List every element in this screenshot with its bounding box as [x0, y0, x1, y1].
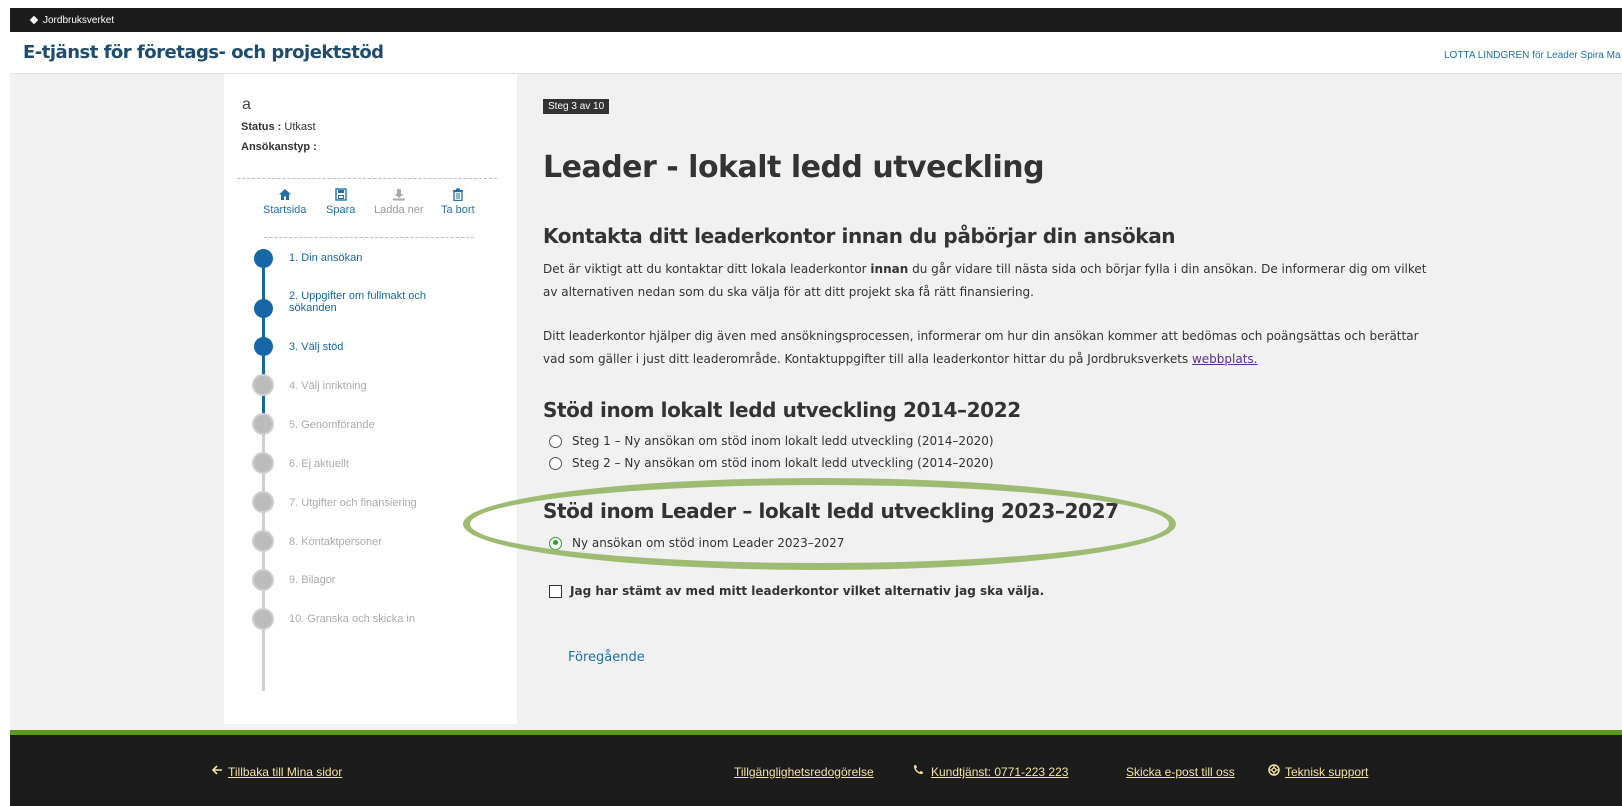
customer-service-link[interactable]: Kundtjänst: 0771-223 223: [931, 765, 1068, 779]
step-link-2[interactable]: 2. Uppgifter om fullmakt och sökanden: [289, 290, 439, 314]
email-link[interactable]: Skicka e-post till oss: [1126, 765, 1235, 779]
help-text: Ditt leaderkontor hjälper dig även med a…: [543, 329, 1419, 366]
step-dot-5: [252, 413, 274, 435]
radio-step1[interactable]: [549, 434, 562, 448]
option-step2-2014[interactable]: Steg 2 – Ny ansökan om stöd inom lokalt …: [549, 456, 994, 470]
step-dot-6: [252, 452, 274, 474]
main-content: Steg 3 av 10 Leader - lokalt ledd utveck…: [543, 74, 1622, 730]
step-link-3[interactable]: 3. Välj stöd: [289, 341, 439, 353]
header: E-tjänst för företags- och projektstöd L…: [10, 32, 1622, 74]
option-step1-label: Steg 1 – Ny ansökan om stöd inom lokalt …: [572, 434, 994, 448]
home-button[interactable]: Startsida: [263, 188, 306, 216]
step-dot-2: [254, 299, 273, 318]
step-dot-4: [252, 374, 274, 396]
confirm-label: Jag har stämt av med mitt leaderkontor v…: [570, 584, 1045, 598]
save-icon: [326, 188, 355, 202]
contact-heading: Kontakta ditt leaderkontor innan du påbö…: [543, 224, 1176, 248]
status-value: Utkast: [284, 121, 316, 133]
user-info[interactable]: LOTTA LINDGREN för Leader Spira Ma: [1444, 50, 1621, 61]
jordbruksverket-logo-icon: [30, 16, 39, 25]
save-button[interactable]: Spara: [326, 188, 355, 216]
app-title[interactable]: E-tjänst för företags- och projektstöd: [23, 42, 384, 63]
confirm-checkbox[interactable]: [549, 584, 562, 598]
confirm-checkbox-row[interactable]: Jag har stämt av med mitt leaderkontor v…: [549, 584, 1044, 598]
radio-step2[interactable]: [549, 456, 562, 470]
contact-text-bold: innan: [870, 262, 909, 276]
accessibility-link[interactable]: Tillgänglighetsredogörelse: [734, 765, 874, 779]
step-link-9[interactable]: 9. Bilagor: [289, 574, 439, 586]
arrow-left-icon: [211, 764, 223, 779]
delete-button[interactable]: Ta bort: [441, 188, 475, 216]
previous-button[interactable]: Föregående: [568, 650, 645, 665]
contact-text-pre: Det är viktigt att du kontaktar ditt lok…: [543, 262, 871, 276]
download-icon: [374, 188, 424, 202]
phone-icon: [912, 764, 924, 779]
trash-icon: [441, 188, 475, 202]
save-label: Spara: [326, 204, 356, 216]
website-link[interactable]: webbplats.: [1192, 352, 1258, 366]
step-dot-8: [252, 530, 274, 552]
application-type-row: Ansökanstyp :: [241, 141, 317, 153]
step-dot-3: [254, 337, 273, 356]
status-label: Status :: [241, 121, 282, 133]
step-link-4[interactable]: 4. Välj inriktning: [289, 380, 439, 392]
step-badge: Steg 3 av 10: [543, 99, 610, 114]
download-button[interactable]: Ladda ner: [374, 188, 424, 216]
section-2014-heading: Stöd inom lokalt ledd utveckling 2014–20…: [543, 398, 1021, 422]
sidebar: a Status : Utkast Ansökanstyp : Startsid…: [224, 74, 517, 724]
help-paragraph: Ditt leaderkontor hjälper dig även med a…: [543, 325, 1443, 371]
step-link-5[interactable]: 5. Genomförande: [289, 419, 439, 431]
step-link-6[interactable]: 6. Ej aktuellt: [289, 458, 439, 470]
page: Jordbruksverket E-tjänst för företags- o…: [0, 0, 1622, 806]
logo-text: Jordbruksverket: [43, 14, 115, 26]
step-dot-1: [254, 249, 273, 268]
home-icon: [263, 188, 306, 202]
top-bar: Jordbruksverket: [10, 8, 1622, 32]
divider: [264, 237, 474, 238]
application-type-label: Ansökanstyp :: [241, 141, 317, 153]
delete-label: Ta bort: [441, 204, 475, 216]
home-label: Startsida: [263, 204, 307, 216]
step-link-1[interactable]: 1. Din ansökan: [289, 252, 439, 264]
option-step1-2014[interactable]: Steg 1 – Ny ansökan om stöd inom lokalt …: [549, 434, 994, 448]
back-to-my-pages-link[interactable]: Tillbaka till Mina sidor: [228, 765, 342, 779]
download-label: Ladda ner: [374, 204, 424, 216]
step-dot-9: [252, 569, 274, 591]
step-link-7[interactable]: 7. Utgifter och finansiering: [289, 497, 439, 509]
footer: Tillbaka till Mina sidor Tillgänglighets…: [10, 735, 1622, 806]
option-step2-label: Steg 2 – Ny ansökan om stöd inom lokalt …: [572, 456, 994, 470]
step-link-8[interactable]: 8. Kontaktpersoner: [289, 536, 439, 548]
technical-support-link[interactable]: Teknisk support: [1285, 765, 1368, 779]
contact-paragraph: Det är viktigt att du kontaktar ditt lok…: [543, 258, 1443, 304]
step-link-10[interactable]: 10. Granska och skicka in: [289, 613, 439, 625]
divider: [237, 178, 497, 179]
status-row: Status : Utkast: [241, 121, 316, 133]
step-dot-10: [252, 608, 274, 630]
step-dot-7: [252, 491, 274, 513]
highlight-ellipse: [463, 478, 1176, 570]
lifebuoy-icon: [1268, 764, 1280, 779]
application-name: a: [242, 96, 251, 113]
page-title: Leader - lokalt ledd utveckling: [543, 150, 1045, 185]
